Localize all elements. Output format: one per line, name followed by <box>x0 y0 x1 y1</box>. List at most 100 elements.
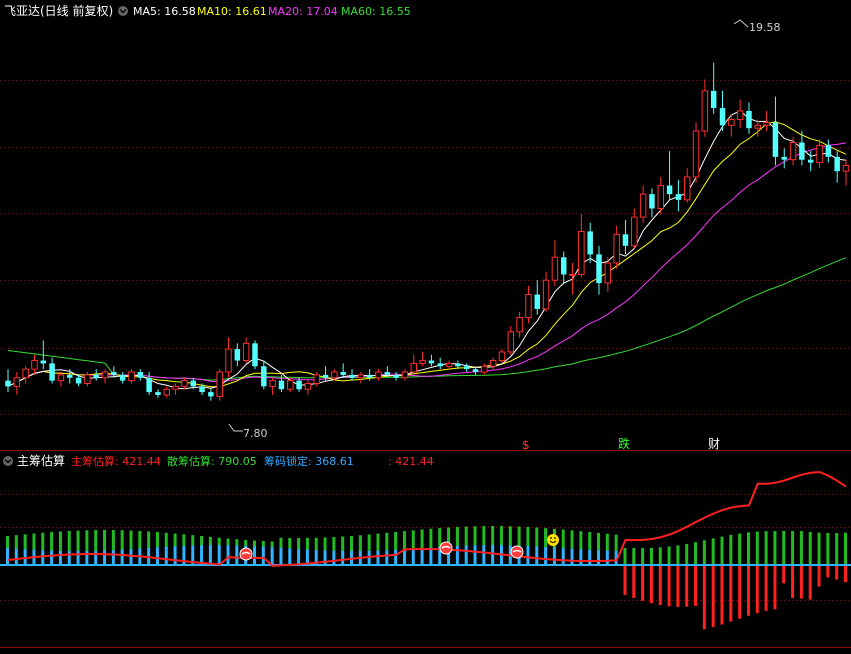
candle <box>736 99 744 129</box>
retail-bar <box>279 537 283 548</box>
candle-body <box>22 368 29 379</box>
candle <box>578 214 585 278</box>
main-bar <box>791 565 795 599</box>
main-bar <box>676 565 680 607</box>
retail-bar <box>729 534 733 565</box>
candle <box>463 363 470 373</box>
event-marker-drop[interactable]: 跌 <box>618 436 630 451</box>
retail-bar <box>332 537 336 551</box>
indicator-collapse-icon[interactable] <box>3 456 13 466</box>
candle-body <box>349 374 355 378</box>
retail-bar <box>235 539 239 546</box>
candle-body <box>313 374 320 384</box>
retail-bar <box>129 530 133 550</box>
retail-bar <box>103 530 107 551</box>
locked-bar <box>76 550 80 565</box>
candle <box>146 372 152 395</box>
locked-bar <box>526 545 530 565</box>
main-bar <box>632 565 636 598</box>
retail-bar <box>579 531 583 550</box>
candle-body <box>772 122 779 157</box>
candle-body <box>683 176 691 201</box>
candle <box>225 337 232 378</box>
candle-body <box>375 371 382 379</box>
event-marker-dividend[interactable]: $ <box>522 438 530 452</box>
retail-bar <box>85 530 89 551</box>
candle-body <box>639 193 647 218</box>
candle <box>481 363 488 375</box>
candle <box>613 225 620 269</box>
locked-bar <box>332 550 336 565</box>
candle <box>128 369 135 384</box>
retail-bar <box>173 533 177 547</box>
retail-bar <box>720 536 724 565</box>
locked-bar <box>252 546 256 565</box>
candle-body <box>781 156 787 160</box>
candle-body <box>49 363 55 381</box>
retail-bar <box>685 543 689 565</box>
retail-bar <box>491 526 495 545</box>
candle-body <box>596 254 602 284</box>
low-pointer <box>228 423 243 432</box>
retail-bar <box>67 530 71 551</box>
candle <box>710 62 717 114</box>
retail-bar <box>147 531 151 548</box>
retail-bar <box>76 530 80 551</box>
candle <box>569 262 576 295</box>
event-marker-finance[interactable]: 财 <box>708 437 720 451</box>
retail-bar <box>208 536 212 546</box>
candle-body <box>269 380 276 387</box>
main-bar <box>746 565 750 616</box>
main-bar <box>826 565 830 578</box>
main-bar <box>764 565 768 611</box>
retail-bar <box>517 526 521 546</box>
candle-body <box>287 380 294 390</box>
locked-bar <box>420 548 424 565</box>
locked-bar <box>155 547 159 565</box>
locked-bar <box>473 545 477 565</box>
main-bar <box>720 565 724 625</box>
smiley-eye <box>554 537 556 539</box>
retail-bar <box>402 531 406 550</box>
candle-body <box>225 348 232 373</box>
candle <box>5 369 11 393</box>
retail-bar <box>764 531 768 565</box>
candle <box>639 185 647 223</box>
ma10-line <box>7 121 847 388</box>
locked-bar <box>111 550 115 565</box>
candle-body <box>507 331 515 353</box>
candle-body <box>472 369 479 373</box>
candle <box>498 349 506 364</box>
locked-bar <box>597 550 601 565</box>
main-bar <box>711 565 715 628</box>
locked-bar <box>570 548 574 565</box>
candle <box>181 377 188 390</box>
retail-bar <box>155 532 159 548</box>
candle-body <box>613 233 620 264</box>
collapse-icon[interactable] <box>118 6 128 16</box>
main-bar <box>685 565 689 607</box>
retail-bar <box>394 531 398 550</box>
retail-bar <box>164 532 168 547</box>
locked-bar <box>455 545 459 565</box>
locked-bar <box>173 546 177 565</box>
retail-bar <box>535 527 539 547</box>
retail-bar <box>711 538 715 565</box>
candle <box>419 351 426 367</box>
candle-body <box>587 231 593 255</box>
retail-bar <box>182 534 186 546</box>
retail-chip-legend: 散筹估算: 790.05 <box>167 454 257 468</box>
candle <box>666 151 673 200</box>
main-bar <box>667 565 671 607</box>
main-bar <box>623 565 627 595</box>
candle <box>587 222 593 263</box>
candle-body <box>40 360 47 364</box>
locked-bar <box>235 545 239 565</box>
main-bar <box>658 565 662 606</box>
candle <box>772 96 779 166</box>
retail-bar <box>544 528 548 547</box>
retail-bar <box>499 526 503 546</box>
candle-body <box>146 377 152 393</box>
retail-bar <box>641 548 645 565</box>
candle-body <box>340 372 346 375</box>
